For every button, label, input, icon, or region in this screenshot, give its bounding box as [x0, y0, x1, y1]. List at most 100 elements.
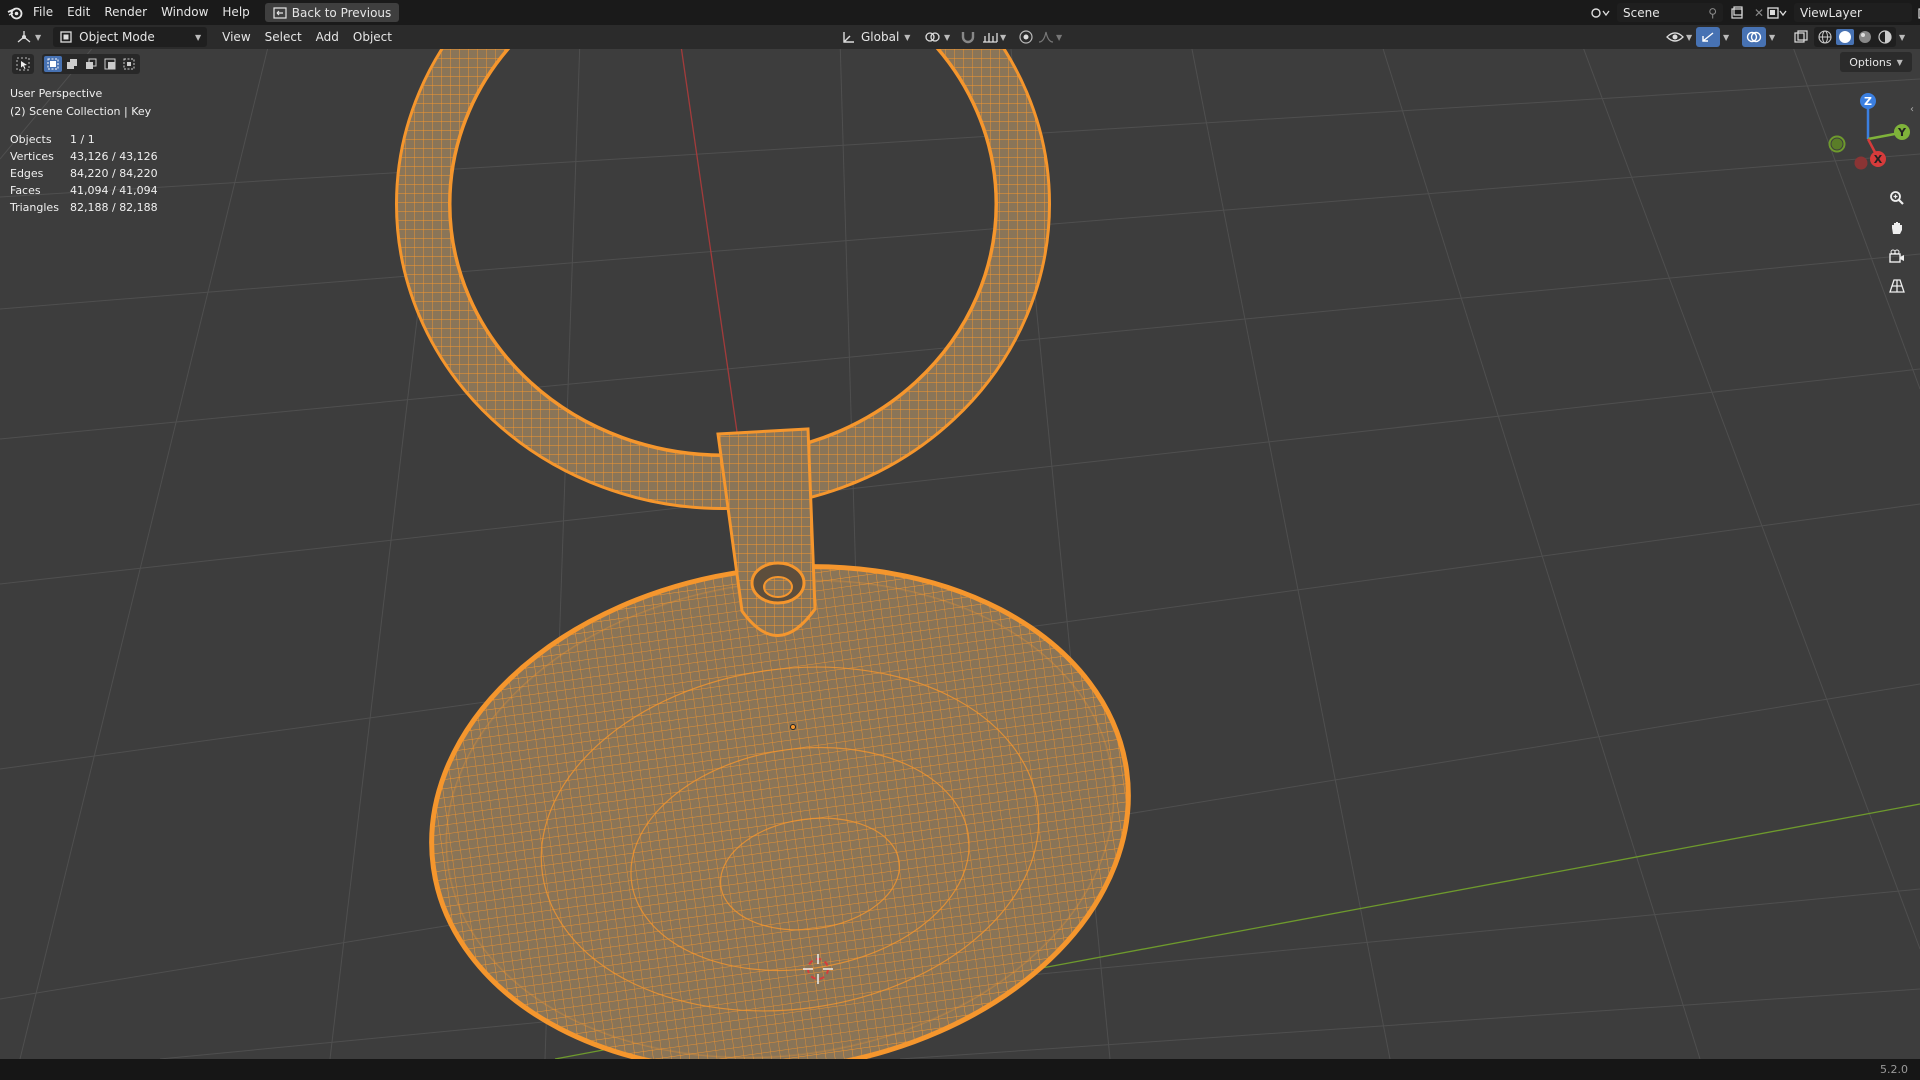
global-orientation-icon [843, 32, 854, 43]
stat-row: Triangles 82,188 / 82,188 [10, 199, 158, 216]
overlays-icon [1746, 31, 1762, 43]
zoom-icon [1890, 191, 1904, 205]
active-collection-label: (2) Scene Collection | Key [10, 105, 152, 118]
new-scene-icon[interactable] [1727, 3, 1747, 22]
new-viewlayer-icon[interactable] [1916, 3, 1920, 22]
chevron-down-icon: ▼ [1056, 32, 1063, 42]
material-preview-button[interactable] [1856, 29, 1874, 45]
gizmo-y-label: Y [1897, 126, 1907, 139]
gizmo-z-label: Z [1864, 95, 1872, 108]
scene-statistics: Objects 1 / 1 Vertices 43,126 / 43,126 Edg… [10, 131, 158, 216]
chevron-down-icon: ▼ [1723, 32, 1730, 42]
header-menu-view[interactable]: View [215, 25, 257, 50]
camera-view-button[interactable] [1885, 245, 1909, 269]
version-label: 5.2.0 [1880, 1063, 1908, 1076]
shading-options-dropdown[interactable]: ▼ [1896, 27, 1908, 47]
gizmo-neg-x-dot[interactable] [1854, 156, 1868, 170]
stat-row: Objects 1 / 1 [10, 131, 158, 148]
select-invert-icon [104, 58, 116, 70]
select-extend-icon [67, 59, 77, 69]
header-menu-select[interactable]: Select [258, 25, 309, 50]
select-set-button[interactable] [44, 56, 62, 72]
chevron-down-icon: ▼ [35, 32, 42, 42]
menu-help[interactable]: Help [215, 0, 256, 25]
stat-value: 41,094 / 41,094 [70, 184, 158, 197]
xray-toggle[interactable] [1790, 27, 1812, 47]
chevron-down-icon: ▼ [1896, 57, 1903, 67]
menu-render[interactable]: Render [97, 0, 154, 25]
material-sphere-icon [1859, 31, 1871, 43]
editor-type-button[interactable]: ▼ [10, 27, 47, 47]
scene-name-text: Scene [1623, 5, 1660, 20]
3d-viewport[interactable]: User Perspective (2) Scene Collection | … [0, 49, 1920, 1059]
pan-tool-button[interactable] [1885, 216, 1909, 240]
back-to-previous-button[interactable]: Back to Previous [264, 3, 400, 22]
viewlayer-name-field[interactable]: ViewLayer [1794, 3, 1912, 22]
stat-label: Vertices [10, 150, 54, 163]
viewport-scene[interactable] [0, 49, 1920, 1059]
pivot-point-icon [925, 32, 940, 42]
pin-icon[interactable]: ⚲ [1708, 6, 1717, 20]
select-subtract-icon [86, 58, 97, 69]
toggle-projection-button[interactable] [1885, 274, 1909, 298]
select-set-icon [47, 58, 59, 70]
select-extend-button[interactable] [63, 56, 81, 72]
wireframe-shading-button[interactable] [1816, 29, 1834, 45]
status-bar: 5.2.0 [0, 1059, 1920, 1080]
chevron-down-icon: ▼ [944, 32, 951, 42]
view-perspective-label: User Perspective [10, 87, 103, 100]
proportional-falloff-selector[interactable]: ▼ [1032, 27, 1068, 47]
select-tool-icon [16, 57, 30, 71]
blender-logo-icon[interactable] [4, 0, 26, 25]
show-overlays-toggle[interactable] [1742, 27, 1766, 47]
stat-row: Edges 84,220 / 84,220 [10, 165, 158, 182]
perspective-grid-icon [1889, 279, 1905, 293]
navigation-gizmo[interactable]: Z Y X [1820, 89, 1920, 179]
object-mode-icon [60, 31, 72, 43]
solid-shading-button[interactable] [1836, 29, 1854, 45]
hand-icon [1892, 222, 1902, 234]
viewlayer-browse-icon[interactable] [1764, 3, 1790, 22]
overlays-options-dropdown[interactable]: ▼ [1766, 27, 1778, 47]
mode-selector[interactable]: Object Mode ▼ [53, 27, 208, 47]
stat-row: Faces 41,094 / 41,094 [10, 182, 158, 199]
camera-icon [1889, 249, 1904, 263]
chevron-down-icon: ▼ [1000, 32, 1007, 42]
stat-label: Objects [10, 133, 52, 146]
show-gizmo-toggle[interactable] [1696, 27, 1720, 47]
chevron-down-icon: ▼ [1899, 32, 1906, 42]
zoom-tool-button[interactable] [1885, 186, 1909, 210]
options-label: Options [1849, 55, 1892, 69]
select-invert-button[interactable] [101, 56, 119, 72]
xray-icon [1794, 30, 1808, 43]
rendered-shading-button[interactable] [1876, 29, 1894, 45]
transform-orientation-label: Global [861, 30, 900, 44]
scene-name-field[interactable]: Scene ⚲ [1617, 3, 1723, 22]
select-subtract-button[interactable] [82, 56, 100, 72]
menu-edit[interactable]: Edit [60, 0, 97, 25]
viewport-editor-icon [17, 31, 31, 43]
transform-orientation-selector[interactable]: Global ▼ [836, 27, 916, 47]
wireframe-sphere-icon [1818, 30, 1832, 44]
chevron-down-icon: ▼ [195, 32, 202, 42]
viewport-header: ▼ Object Mode ▼ View Select Add Object G… [0, 25, 1920, 49]
object-visibility-selector[interactable]: ▼ [1660, 27, 1698, 47]
snap-target-selector[interactable]: ▼ [976, 27, 1012, 47]
scene-browse-icon[interactable] [1587, 3, 1613, 22]
active-tool-button[interactable] [12, 54, 34, 74]
select-intersect-button[interactable] [120, 56, 138, 72]
selection-mode-group [42, 54, 140, 74]
stat-value: 82,188 / 82,188 [70, 201, 158, 214]
menu-window[interactable]: Window [154, 0, 215, 25]
options-dropdown[interactable]: Options ▼ [1840, 52, 1912, 72]
eye-icon [1666, 32, 1684, 42]
gizmo-options-dropdown[interactable]: ▼ [1720, 27, 1732, 47]
pivot-point-selector[interactable]: ▼ [918, 27, 956, 47]
header-menu-object[interactable]: Object [346, 25, 399, 50]
header-menu-add[interactable]: Add [309, 25, 346, 50]
stat-row: Vertices 43,126 / 43,126 [10, 148, 158, 165]
menu-file[interactable]: File [26, 0, 60, 25]
select-intersect-icon [123, 58, 135, 70]
stat-label: Edges [10, 167, 44, 180]
chevron-down-icon: ▼ [1686, 32, 1693, 42]
